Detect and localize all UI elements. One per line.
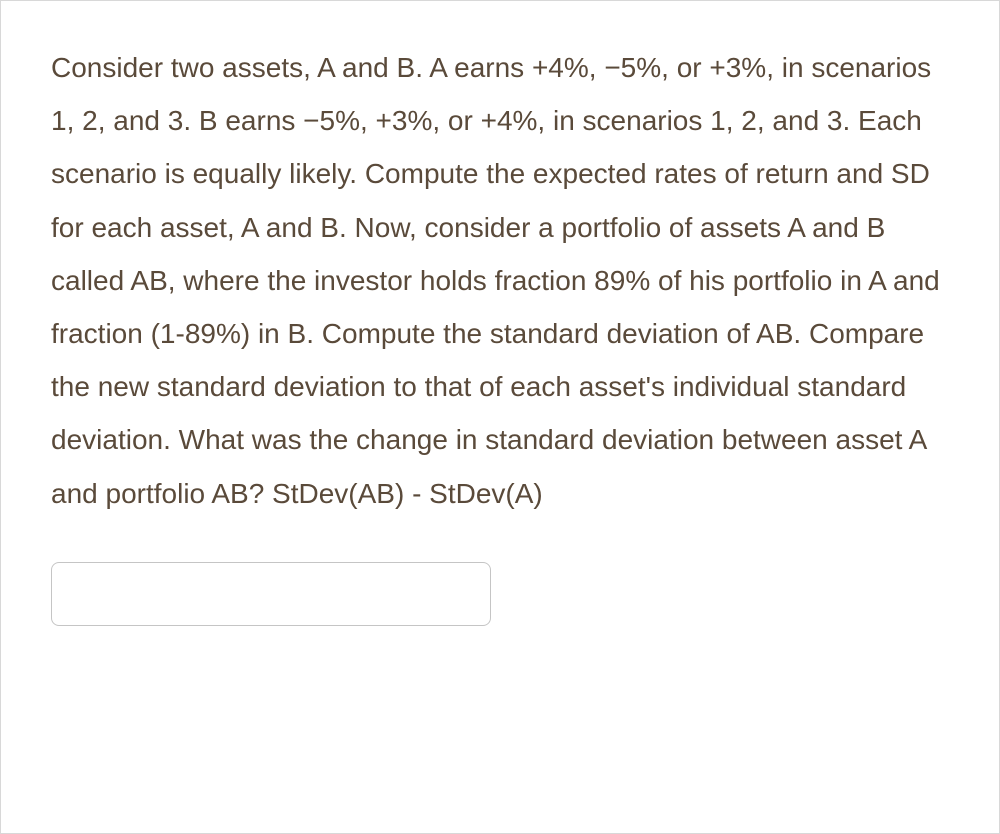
question-text: Consider two assets, A and B. A earns +4…: [51, 41, 949, 520]
answer-input[interactable]: [51, 562, 491, 626]
question-container: Consider two assets, A and B. A earns +4…: [0, 0, 1000, 834]
